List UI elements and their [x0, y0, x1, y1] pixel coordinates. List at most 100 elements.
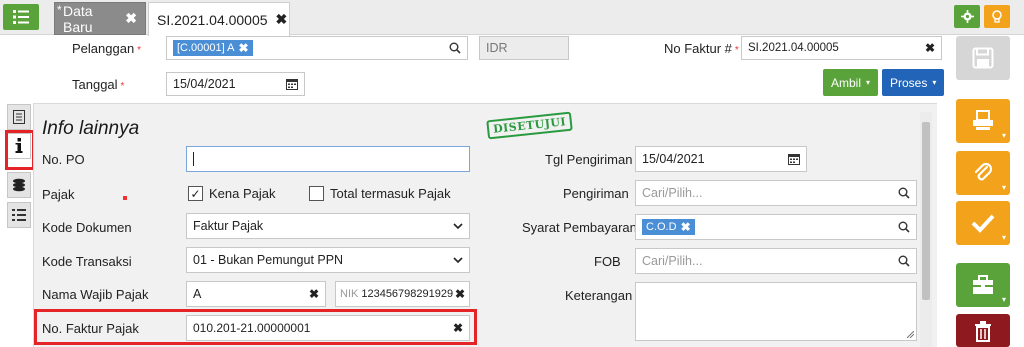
tab-data-baru[interactable]: * Data Baru ✖ [54, 2, 146, 35]
nik-input[interactable]: NIK 123456798291929 ✖ [335, 281, 470, 307]
briefcase-icon [973, 275, 993, 294]
syarat-value: C.O.D [646, 221, 677, 233]
side-tab-detail[interactable] [7, 104, 31, 130]
pelanggan-chip: [C.00001] A ✖ [173, 40, 253, 56]
chevron-down-icon: ▾ [1001, 233, 1006, 242]
settings-button[interactable] [954, 5, 980, 28]
kode-dokumen-label: Kode Dokumen [42, 220, 132, 235]
tanggal-label: Tanggal * [72, 77, 124, 92]
close-icon[interactable]: ✖ [125, 10, 137, 27]
search-icon[interactable] [898, 221, 910, 233]
syarat-chip: C.O.D ✖ [642, 219, 695, 235]
nama-wajib-pajak-label: Nama Wajib Pajak [42, 287, 149, 302]
ambil-label: Ambil [831, 75, 862, 90]
delete-button[interactable] [956, 314, 1010, 347]
no-faktur-field[interactable]: SI.2021.04.00005 ✖ [741, 36, 942, 60]
nik-value: 123456798291929 [361, 288, 454, 300]
gear-icon [960, 10, 974, 23]
tgl-pengiriman-label: Tgl Pengiriman [545, 152, 633, 167]
no-po-input[interactable] [186, 146, 470, 172]
search-icon[interactable] [898, 255, 910, 267]
ambil-button[interactable]: Ambil ▾ [823, 69, 879, 96]
proses-button[interactable]: Proses ▾ [882, 69, 945, 96]
kode-dokumen-select[interactable]: Faktur Pajak [186, 213, 470, 239]
kode-transaksi-select[interactable]: 01 - Bukan Pemungut PPN [186, 247, 470, 273]
paperclip-icon [974, 162, 993, 181]
approve-button[interactable]: ▾ [956, 201, 1010, 245]
pajak-label: Pajak [42, 187, 75, 202]
currency-value: IDR [486, 41, 508, 55]
fob-placeholder: Cari/Pilih... [642, 254, 703, 268]
tab-label: Data Baru [63, 2, 93, 35]
clear-icon[interactable]: ✖ [455, 287, 465, 301]
calendar-icon[interactable] [286, 78, 298, 90]
attachment-button[interactable]: ▾ [956, 151, 1010, 195]
clear-icon[interactable]: ✖ [309, 287, 319, 301]
nik-prefix: NIK [340, 288, 359, 300]
print-icon [973, 110, 993, 130]
resize-handle-icon[interactable] [907, 331, 914, 338]
search-icon[interactable] [898, 187, 910, 199]
tools-button[interactable]: ▾ [956, 263, 1010, 307]
chip-remove-icon[interactable]: ✖ [239, 41, 249, 55]
chevron-down-icon: ▾ [1001, 131, 1006, 140]
kena-pajak-checkbox[interactable]: ✓ Kena Pajak [188, 186, 276, 201]
highlight-no-faktur-pajak [34, 309, 477, 345]
kode-transaksi-value: 01 - Bukan Pemungut PPN [193, 253, 344, 267]
syarat-pembayaran-field[interactable]: C.O.D ✖ [635, 214, 917, 240]
print-button[interactable]: ▾ [956, 99, 1010, 143]
pelanggan-label: Pelanggan * [72, 41, 141, 56]
pelanggan-label-text: Pelanggan [72, 41, 135, 56]
pengiriman-field[interactable]: Cari/Pilih... [635, 180, 917, 206]
clear-icon[interactable]: ✖ [925, 41, 935, 55]
text-cursor [193, 152, 194, 166]
close-icon[interactable]: ✖ [276, 11, 288, 28]
search-icon[interactable] [449, 42, 461, 54]
chip-remove-icon[interactable]: ✖ [681, 220, 691, 234]
scrollbar-thumb[interactable] [922, 122, 930, 300]
nama-wajib-pajak-input[interactable]: A ✖ [186, 281, 326, 307]
checkbox-unchecked[interactable] [309, 186, 324, 201]
panel-title: Info lainnya [42, 118, 140, 139]
required-mark: * [120, 81, 125, 92]
menu-button[interactable] [3, 4, 39, 30]
syarat-pembayaran-label: Syarat Pembayaran [522, 220, 637, 235]
side-tab-cost[interactable] [7, 172, 31, 198]
coins-icon [13, 178, 25, 192]
keterangan-label: Keterangan [565, 288, 633, 303]
total-termasuk-pajak-checkbox[interactable]: Total termasuk Pajak [309, 186, 451, 201]
pelanggan-value: [C.00001] A [177, 42, 235, 54]
keterangan-textarea[interactable] [635, 282, 917, 341]
no-faktur-label-text: No Faktur # [664, 41, 732, 56]
pengiriman-label: Pengiriman [563, 186, 629, 201]
tanggal-label-text: Tanggal [72, 77, 118, 92]
save-button[interactable] [956, 36, 1010, 80]
currency-field: IDR [479, 36, 569, 60]
checklist-icon [12, 209, 26, 221]
no-faktur-label: No Faktur # * [664, 41, 739, 56]
chevron-down-icon: ▾ [932, 78, 937, 87]
fob-label: FOB [594, 254, 621, 269]
required-dot [123, 196, 127, 200]
nama-wajib-pajak-value: A [193, 287, 202, 301]
tanggal-value: 15/04/2021 [173, 77, 236, 91]
tanggal-field[interactable]: 15/04/2021 [166, 72, 305, 96]
tab-sales-invoice[interactable]: SI.2021.04.00005 ✖ [148, 2, 290, 36]
checkbox-checked[interactable]: ✓ [188, 186, 203, 201]
kode-dokumen-value: Faktur Pajak [193, 219, 264, 233]
pelanggan-field[interactable]: [C.00001] A ✖ [166, 36, 468, 60]
tgl-pengiriman-field[interactable]: 15/04/2021 [635, 146, 807, 172]
document-list-icon [13, 110, 25, 124]
highlight-info-tab [5, 130, 35, 170]
tips-button[interactable] [984, 5, 1010, 28]
save-icon [972, 47, 994, 69]
side-tab-list[interactable] [7, 202, 31, 228]
calendar-icon[interactable] [788, 153, 800, 165]
fob-field[interactable]: Cari/Pilih... [635, 248, 917, 274]
pengiriman-placeholder: Cari/Pilih... [642, 186, 703, 200]
no-faktur-value: SI.2021.04.00005 [748, 42, 839, 54]
required-mark: * [734, 45, 739, 56]
required-mark: * [137, 45, 142, 56]
chevron-down-icon: ▾ [1001, 295, 1006, 304]
chevron-down-icon [453, 257, 463, 263]
